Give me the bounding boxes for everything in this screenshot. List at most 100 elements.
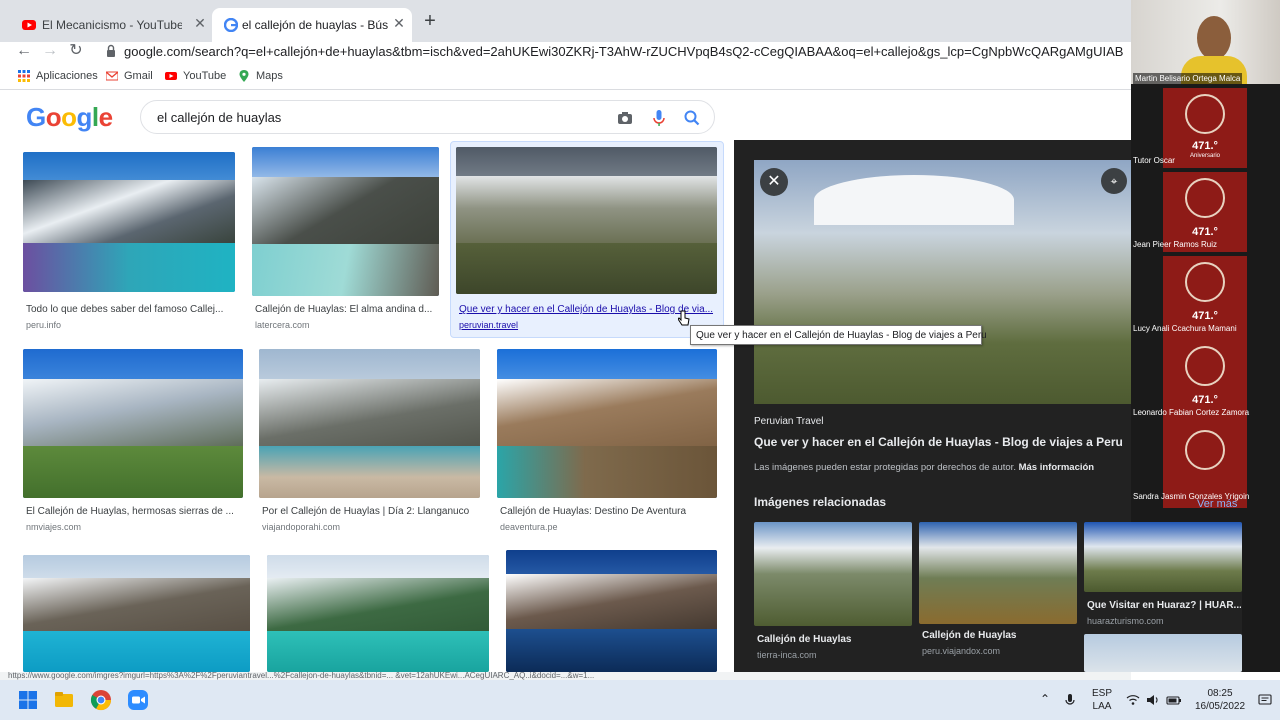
close-icon[interactable]: ✕ [191, 15, 209, 32]
image-preview-panel: ✕ ⌖ Peruvian Travel Que ver y hacer en e… [734, 140, 1131, 672]
clock-date: 16/05/2022 [1194, 701, 1246, 712]
search-query: el callejón de huaylas [157, 110, 282, 125]
bookmark-label: Maps [256, 70, 283, 82]
forward-arrow-icon[interactable]: → [40, 42, 60, 60]
google-logo[interactable]: Google [26, 102, 113, 133]
windows-start-icon[interactable] [16, 688, 40, 712]
close-icon[interactable]: ✕ [390, 15, 408, 32]
notification-icon[interactable] [1258, 693, 1272, 707]
search-input[interactable]: el callejón de huaylas [140, 100, 715, 134]
result-title[interactable]: Callejón de Huaylas: El alma andina d... [255, 304, 437, 315]
chevron-up-icon[interactable]: ⌃ [1040, 693, 1050, 706]
related-source: tierra-inca.com [757, 650, 817, 660]
participant-tile[interactable]: 471.° Aniversario Tutor Oscar [1131, 88, 1280, 168]
related-image-card[interactable]: Que Visitar en Huaraz? | HUAR... huarazt… [1084, 522, 1242, 672]
new-tab-button[interactable]: + [420, 10, 440, 33]
result-image[interactable] [252, 147, 439, 296]
related-image-card[interactable]: Callejón de Huaylas peru.viajandox.com [919, 522, 1077, 672]
bookmark-gmail[interactable]: Gmail [106, 70, 153, 82]
participant-name: Martin Belisario Ortega Malca [1133, 73, 1243, 84]
result-title[interactable]: Que ver y hacer en el Callejón de Huayla… [459, 304, 713, 315]
result-image[interactable] [259, 349, 480, 498]
hand-cursor-icon [678, 310, 690, 326]
reload-icon[interactable]: ↻ [66, 42, 86, 60]
crest-number: 471.° [1192, 310, 1218, 322]
speaker-icon[interactable] [1146, 693, 1160, 707]
participant-tile[interactable]: 471.° Jean Pieer Ramos Ruiz [1131, 172, 1280, 252]
participant-tile[interactable]: Martin Belisario Ortega Malca [1131, 0, 1280, 84]
google-header: Google el callejón de huaylas [0, 90, 1131, 140]
see-more-link[interactable]: Ver más [1197, 498, 1237, 510]
result-source[interactable]: peruvian.travel [459, 320, 518, 330]
related-source: peru.viajandox.com [922, 646, 1001, 656]
participant-name: Jean Pieer Ramos Ruiz [1133, 240, 1218, 249]
result-source[interactable]: deaventura.pe [500, 522, 558, 532]
participant-tile[interactable]: 471.° Lucy Anali Ccachura Mamani [1131, 256, 1280, 340]
lock-icon [107, 44, 115, 57]
result-title[interactable]: El Callejón de Huaylas, hermosas sierras… [26, 506, 240, 517]
result-title[interactable]: Callejón de Huaylas: Destino De Aventura [500, 506, 716, 517]
bookmark-maps[interactable]: Maps [238, 70, 283, 82]
result-image[interactable] [506, 550, 717, 672]
crest-number: 471.° [1192, 140, 1218, 152]
clock[interactable]: 08:25 16/05/2022 [1188, 687, 1252, 713]
result-title[interactable]: Todo lo que debes saber del famoso Calle… [26, 304, 232, 315]
bookmark-youtube[interactable]: YouTube [165, 70, 226, 82]
related-title: Que Visitar en Huaraz? | HUAR... [1087, 600, 1241, 611]
microphone-icon[interactable] [649, 108, 669, 128]
result-title[interactable]: Por el Callejón de Huaylas | Día 2: Llan… [262, 506, 478, 517]
preview-image[interactable] [754, 160, 1131, 404]
result-source[interactable]: latercera.com [255, 320, 310, 330]
result-image[interactable] [267, 555, 489, 672]
participant-tile[interactable]: 471.° Leonardo Fabian Cortez Zamora [1131, 340, 1280, 424]
result-image[interactable] [23, 555, 250, 672]
lang-top: ESP [1091, 688, 1112, 699]
youtube-icon [22, 20, 36, 30]
tab-strip: El Mecanicismo - YouTube ✕ el callejón d… [0, 0, 1131, 42]
result-source[interactable]: nmviajes.com [26, 522, 81, 532]
bookmarks-bar: Aplicaciones Gmail YouTube Maps [0, 66, 1131, 90]
participant-tile[interactable]: Sandra Jasmin Gonzales Yrigoin [1131, 424, 1280, 508]
copyright-notice: Las imágenes pueden estar protegidas por… [754, 462, 1094, 473]
result-image[interactable] [456, 147, 717, 294]
gmail-icon [106, 71, 118, 81]
bookmark-label: Aplicaciones [36, 70, 98, 82]
participant-name: Lucy Anali Ccachura Mamani [1133, 324, 1237, 333]
close-icon[interactable]: ✕ [760, 168, 788, 196]
status-url: https://www.google.com/imgres?imgurl=htt… [0, 672, 1131, 680]
tab-title: el callejón de huaylas - Búsqueda [242, 18, 388, 32]
address-bar[interactable]: google.com/search?q=el+callejón+de+huayl… [96, 42, 1126, 62]
result-image[interactable] [23, 152, 235, 292]
result-source[interactable]: viajandoporahi.com [262, 522, 340, 532]
result-source[interactable]: peru.info [26, 320, 61, 330]
language-indicator[interactable]: ESP LAA [1088, 687, 1116, 713]
university-crest: 471.° Aniversario [1163, 88, 1247, 168]
result-image[interactable] [497, 349, 717, 498]
tab-title: El Mecanicismo - YouTube [42, 18, 182, 32]
back-arrow-icon[interactable]: ← [14, 42, 34, 60]
tab-google-search[interactable]: el callejón de huaylas - Búsqueda ✕ [212, 8, 412, 42]
related-title: Callejón de Huaylas [922, 630, 1017, 641]
battery-icon[interactable] [1166, 693, 1182, 707]
copyright-text: Las imágenes pueden estar protegidas por… [754, 462, 1016, 473]
tab-youtube[interactable]: El Mecanicismo - YouTube ✕ [0, 8, 212, 42]
preview-title[interactable]: Que ver y hacer en el Callejón de Huayla… [754, 435, 1123, 449]
result-image[interactable] [23, 349, 243, 498]
file-explorer-icon[interactable] [52, 688, 76, 712]
preview-site-name[interactable]: Peruvian Travel [754, 416, 823, 427]
more-info-link[interactable]: Más información [1019, 462, 1095, 473]
lens-search-icon[interactable]: ⌖ [1101, 168, 1127, 194]
youtube-icon [165, 72, 177, 80]
zoom-app-icon[interactable] [126, 688, 150, 712]
chrome-icon[interactable] [89, 688, 113, 712]
lang-bottom: LAA [1092, 701, 1112, 712]
wifi-icon[interactable] [1126, 693, 1140, 707]
related-image-card[interactable]: Callejón de Huaylas tierra-inca.com [754, 522, 912, 672]
camera-icon[interactable] [615, 108, 635, 128]
crest-caption: Aniversario [1189, 153, 1220, 159]
related-source: huarazturismo.com [1087, 616, 1164, 626]
windows-taskbar: ⌃ ESP LAA 08:25 16/05/2022 [0, 680, 1280, 720]
bookmark-apps[interactable]: Aplicaciones [18, 70, 98, 82]
search-icon[interactable] [682, 108, 702, 128]
microphone-icon[interactable] [1062, 692, 1078, 708]
